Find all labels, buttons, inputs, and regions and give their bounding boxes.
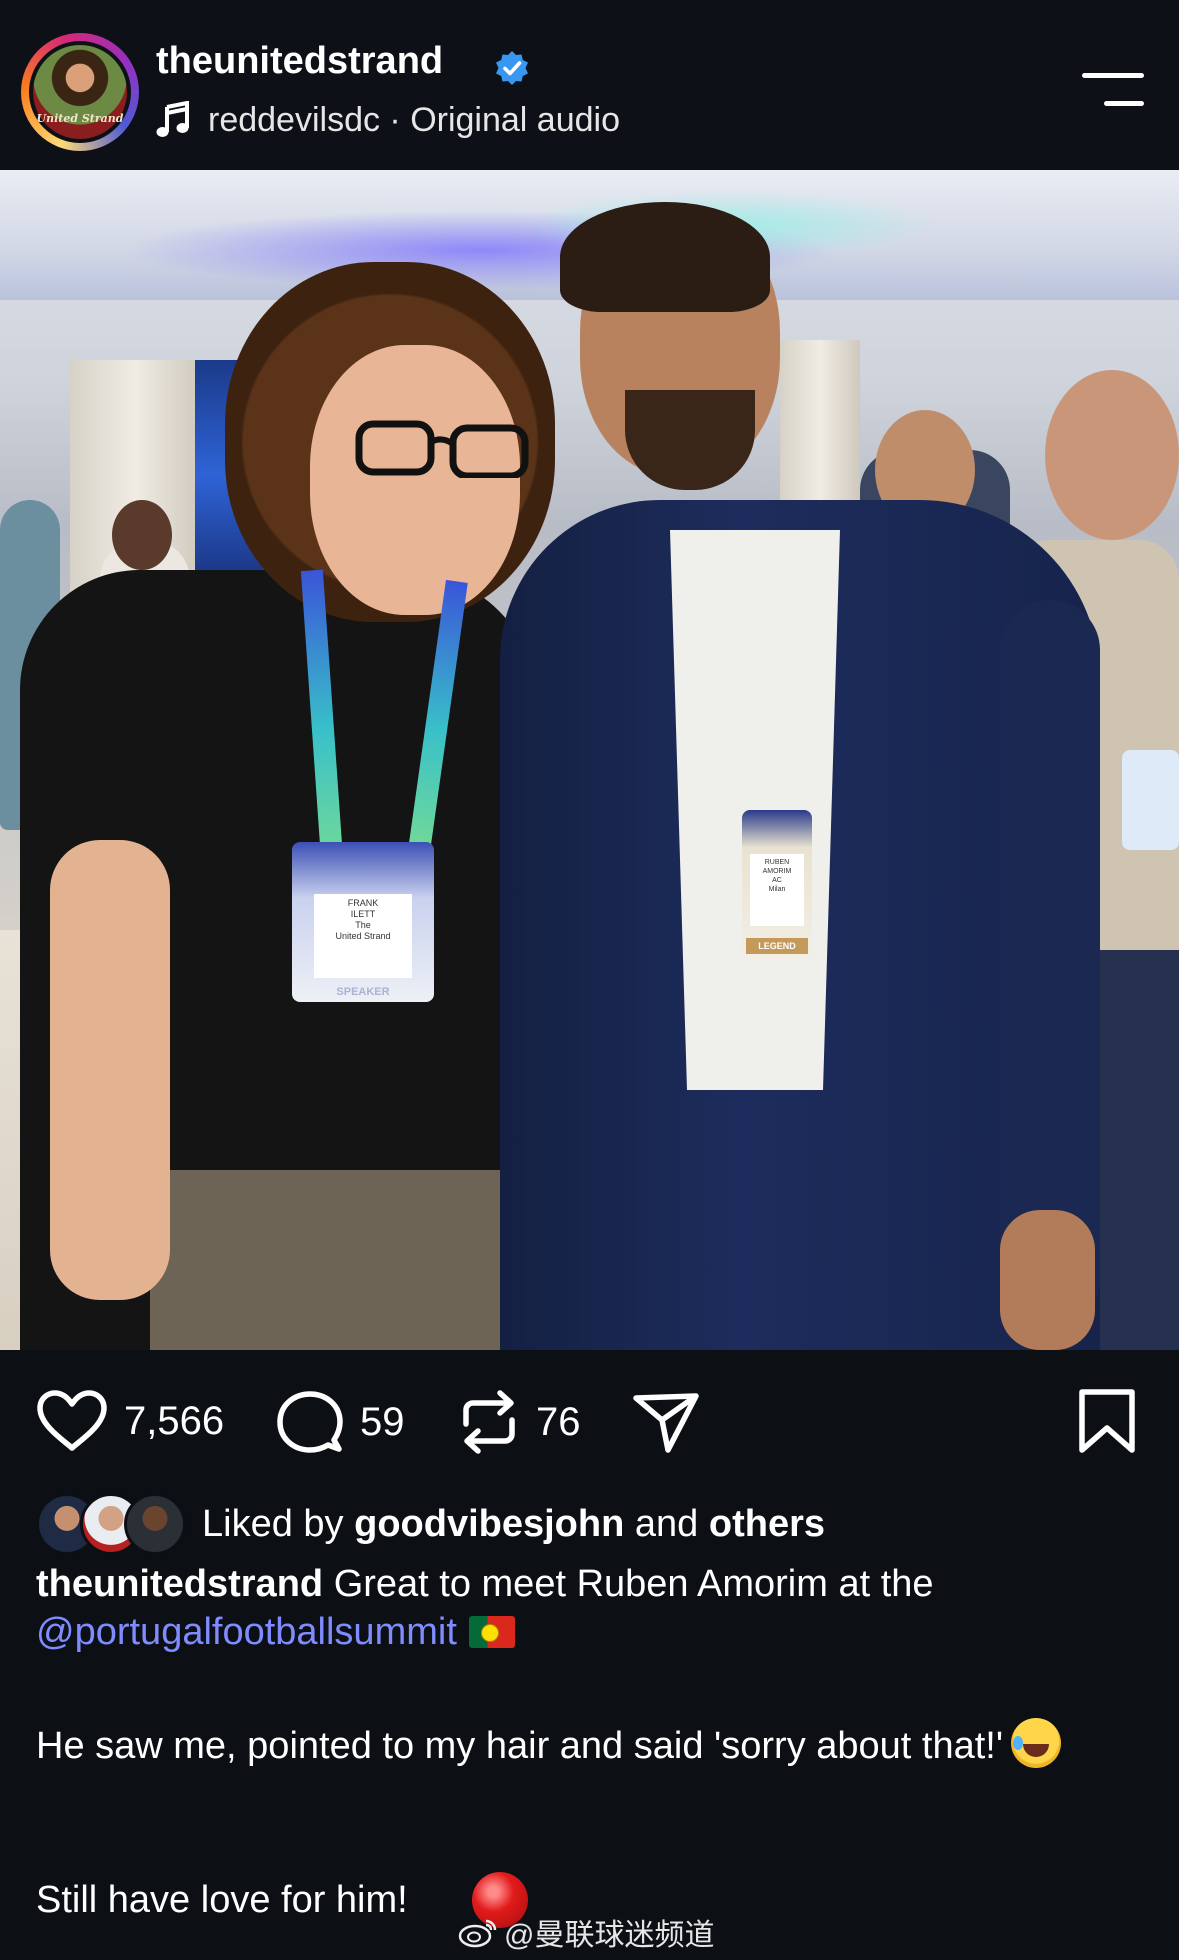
action-bar: 7,566 59 76 <box>0 1350 1179 1500</box>
like-count: 7,566 <box>124 1398 225 1443</box>
watermark: @曼联球迷频道 <box>458 1912 714 1952</box>
background-person-head <box>1045 370 1179 540</box>
glasses <box>355 420 529 478</box>
verified-badge-icon <box>496 51 528 85</box>
avatar-frame: United Strand <box>29 41 131 143</box>
background-badge <box>1122 750 1179 850</box>
profile-avatar[interactable]: United Strand <box>21 33 139 151</box>
left-person-pants <box>150 1170 540 1350</box>
heart-icon <box>37 1390 107 1451</box>
weibo-logo-icon <box>458 1919 497 1948</box>
right-person-badge: RUBEN AMORIM AC Milan LEGEND <box>742 810 812 960</box>
watermark-text: @曼联球迷频道 <box>504 1919 715 1952</box>
send-icon <box>633 1393 699 1453</box>
avatar-image: United Strand <box>33 45 127 139</box>
liked-by-row[interactable]: Liked by goodvibesjohn and others <box>36 1493 825 1555</box>
menu-icon[interactable] <box>1082 73 1144 107</box>
repost-action[interactable]: 76 <box>458 1390 581 1454</box>
comment-icon <box>277 1391 343 1453</box>
mention-link[interactable]: @portugalfootballsummit <box>36 1611 457 1653</box>
right-person-hair <box>560 202 770 312</box>
post-header: United Strand theunitedstrand reddevilsd… <box>0 0 1179 170</box>
left-person-face <box>310 345 520 615</box>
caption: theunitedstrand Great to meet Ruben Amor… <box>36 1560 1146 1656</box>
repost-count: 76 <box>536 1399 581 1444</box>
background-person-head <box>112 500 172 570</box>
share-action[interactable] <box>632 1390 700 1454</box>
caption-text: Great to meet Ruben Amorim at the <box>333 1563 934 1605</box>
laughing-emoji-icon <box>1011 1718 1062 1768</box>
repost-icon <box>463 1390 515 1454</box>
background-person-pants <box>1090 950 1179 1350</box>
avatar-badge-text: United Strand <box>36 112 124 125</box>
audio-label: reddevilsdc · Original audio <box>208 100 620 139</box>
like-action[interactable]: 7,566 <box>36 1390 224 1452</box>
liker-username[interactable]: goodvibesjohn <box>354 1503 624 1545</box>
post-photo[interactable]: FRANK ILETT The United Strand SPEAKER RU… <box>0 170 1179 1350</box>
caption-paragraph: He saw me, pointed to my hair and said '… <box>36 1718 1146 1770</box>
liker-avatar <box>124 1493 186 1555</box>
comment-count: 59 <box>360 1399 405 1444</box>
liked-by-text: Liked by goodvibesjohn and others <box>202 1502 825 1545</box>
caption-username[interactable]: theunitedstrand <box>36 1563 323 1605</box>
username[interactable]: theunitedstrand <box>156 40 443 83</box>
left-person-badge: FRANK ILETT The United Strand SPEAKER <box>292 842 434 1002</box>
comment-action[interactable]: 59 <box>276 1390 405 1454</box>
bookmark-icon[interactable] <box>1076 1388 1138 1454</box>
others-link[interactable]: others <box>709 1503 825 1545</box>
portugal-flag-icon <box>468 1616 515 1648</box>
right-person-hand <box>1000 1210 1095 1350</box>
music-note-icon <box>156 101 189 137</box>
right-person-beard <box>625 390 755 490</box>
audio-row[interactable]: reddevilsdc · Original audio <box>156 97 620 143</box>
left-person-arm <box>50 840 170 1300</box>
